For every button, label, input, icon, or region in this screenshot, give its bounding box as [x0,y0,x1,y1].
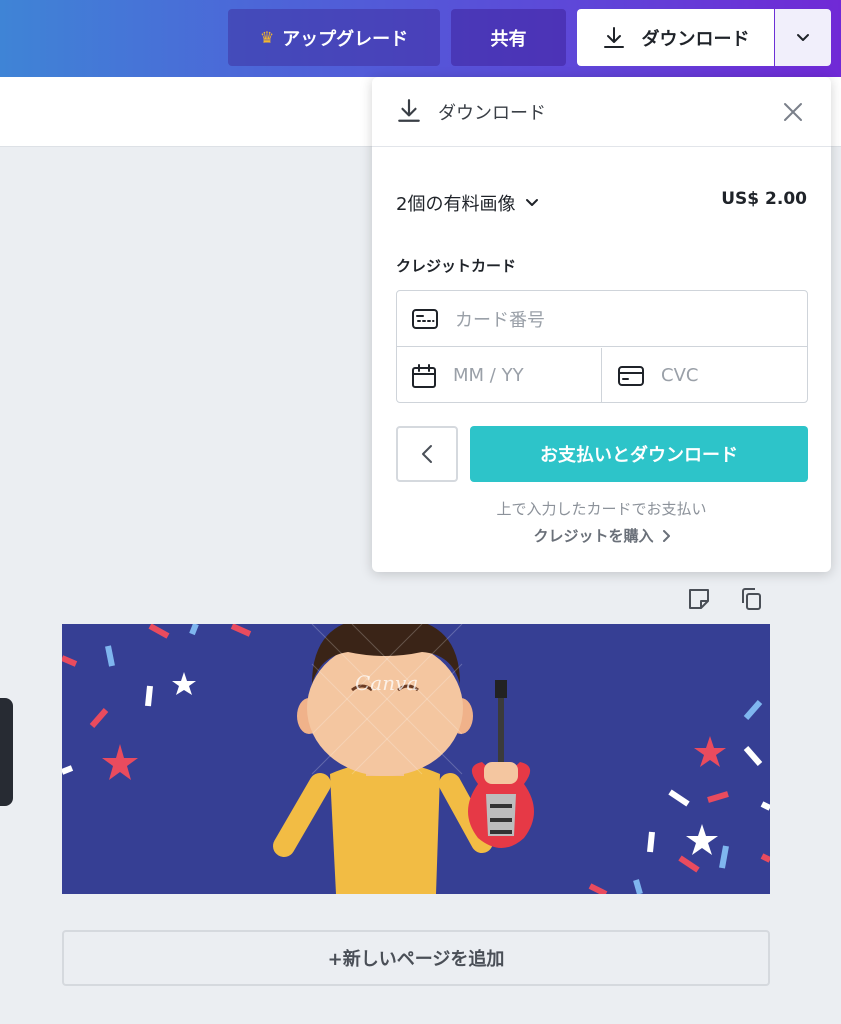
download-options-button[interactable] [775,9,831,66]
paid-images-label: 2個の有料画像 [396,194,516,215]
add-page-button[interactable]: +新しいページを追加 [62,930,770,986]
close-icon[interactable] [780,99,806,125]
cvc-placeholder: CVC [661,365,699,386]
share-label: 共有 [490,28,527,50]
top-bar: ♛ アップグレード 共有 ダウンロード [0,0,841,77]
share-button[interactable]: 共有 [451,9,566,66]
design-canvas[interactable]: Canva [62,624,770,894]
watermark-text: Canva [355,671,419,695]
upgrade-button[interactable]: ♛ アップグレード [228,9,440,66]
pay-and-download-button[interactable]: お支払いとダウンロード [470,426,808,482]
download-icon [398,99,420,122]
panel-title: ダウンロード [438,103,546,124]
pay-button-label: お支払いとダウンロード [540,445,738,466]
side-panel-handle[interactable] [0,698,13,806]
calendar-icon [412,363,436,388]
card-number-field[interactable]: カード番号 [397,291,807,346]
price-total: US$ 2.00 [721,189,807,209]
buy-credits-link[interactable]: クレジットを購入 [372,525,831,546]
paid-images-toggle[interactable]: 2個の有料画像 [396,190,539,216]
buy-credits-label: クレジットを購入 [533,527,654,545]
payment-note: 上で入力したカードでお支払い [496,500,707,518]
copy-icon[interactable] [739,586,763,612]
download-icon [603,26,624,48]
chevron-down-icon [526,199,539,206]
download-button[interactable]: ダウンロード [577,9,774,66]
card-icon [412,308,438,329]
card-form: カード番号 MM / YY CVC [396,290,808,403]
credit-card-icon [618,365,644,386]
expiry-field[interactable]: MM / YY [397,348,602,403]
note-icon[interactable] [686,586,712,612]
expiry-placeholder: MM / YY [453,365,524,386]
back-button[interactable] [396,426,458,482]
add-page-label: +新しいページを追加 [327,949,505,970]
cvc-field[interactable]: CVC [603,348,807,403]
credit-card-label: クレジットカード [396,257,517,275]
chevron-down-icon [797,33,809,41]
download-label: ダウンロード [641,28,750,50]
card-number-placeholder: カード番号 [455,309,545,331]
upgrade-label: アップグレード [282,28,409,50]
canvas-illustration [62,624,770,894]
chevron-right-icon [662,529,670,542]
panel-header: ダウンロード [372,77,831,147]
crown-icon: ♛ [259,28,275,47]
chevron-left-icon [422,445,432,463]
download-panel: ダウンロード 2個の有料画像 US$ 2.00 クレジットカード カード番号 M… [372,77,831,572]
